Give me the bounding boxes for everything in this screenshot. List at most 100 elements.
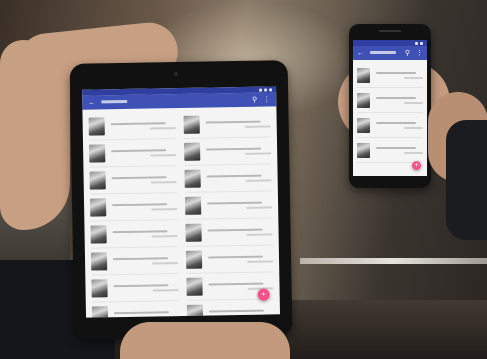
tablet-camera <box>173 72 178 77</box>
person-name <box>112 256 169 260</box>
portrait-thumbnail <box>185 250 203 269</box>
list-item[interactable] <box>184 191 273 220</box>
person-name <box>207 201 263 205</box>
person-meta <box>404 101 423 104</box>
tablet-device: ← ⚲ ⋮ + <box>69 60 293 340</box>
background-rail <box>300 258 487 264</box>
person-list <box>353 60 427 166</box>
person-meta <box>245 178 272 182</box>
bottom-hand <box>120 322 290 359</box>
portrait-thumbnail <box>186 277 203 296</box>
person-meta <box>151 207 178 211</box>
portrait-thumbnail <box>184 142 201 161</box>
more-icon[interactable]: ⋮ <box>416 50 423 57</box>
list-item[interactable] <box>91 274 179 303</box>
person-meta <box>247 259 274 263</box>
list-item[interactable] <box>91 301 180 318</box>
list-item[interactable] <box>357 113 423 138</box>
portrait-thumbnail <box>357 67 370 83</box>
photo-scene: ← ⚲ ⋮ + ← ⚲ ⋮ + <box>0 0 487 359</box>
list-item[interactable] <box>185 245 274 274</box>
person-name <box>207 228 263 232</box>
tablet-screen: ← ⚲ ⋮ + <box>82 86 281 318</box>
person-meta <box>149 126 176 130</box>
portrait-thumbnail <box>184 196 202 215</box>
person-name <box>113 310 170 314</box>
portrait-thumbnail <box>185 223 202 242</box>
app-title <box>370 50 399 56</box>
portrait-thumbnail <box>91 279 108 298</box>
list-item[interactable] <box>184 164 272 193</box>
person-name <box>207 255 264 259</box>
portrait-thumbnail <box>90 252 108 271</box>
person-name <box>110 121 166 125</box>
person-name <box>206 174 262 178</box>
person-name <box>112 202 168 206</box>
list-item[interactable] <box>357 63 423 88</box>
menu-icon[interactable]: ← <box>88 99 95 106</box>
person-meta <box>246 232 273 236</box>
portrait-thumbnail <box>88 117 105 136</box>
app-title <box>101 97 246 106</box>
list-item[interactable] <box>185 218 273 247</box>
list-item[interactable] <box>88 112 176 141</box>
portrait-thumbnail <box>89 198 107 217</box>
phone-device: ← ⚲ ⋮ + <box>349 24 431 188</box>
person-name <box>208 309 265 313</box>
list-item[interactable] <box>90 247 179 276</box>
person-meta <box>404 151 423 154</box>
list-item[interactable] <box>183 110 271 139</box>
list-item[interactable] <box>357 138 423 163</box>
list-item[interactable] <box>357 88 423 113</box>
person-meta <box>404 76 423 79</box>
person-meta <box>245 151 272 155</box>
person-name <box>376 96 416 99</box>
phone-screen: ← ⚲ ⋮ + <box>353 40 427 176</box>
list-item[interactable] <box>186 299 275 318</box>
person-meta <box>150 153 177 157</box>
person-meta <box>152 288 179 292</box>
person-name <box>205 120 261 124</box>
person-name <box>111 148 167 152</box>
person-name <box>111 175 167 179</box>
person-list <box>82 106 280 318</box>
right-sleeve <box>446 120 487 240</box>
list-item[interactable] <box>90 220 178 249</box>
person-meta <box>244 124 271 128</box>
list-item[interactable] <box>88 139 177 168</box>
person-name <box>376 71 416 74</box>
person-name <box>206 147 262 151</box>
person-meta <box>153 315 180 318</box>
portrait-thumbnail <box>89 171 106 190</box>
portrait-thumbnail <box>183 115 200 134</box>
portrait-thumbnail <box>89 144 106 163</box>
add-icon[interactable]: + <box>412 161 421 170</box>
app-bar: ← ⚲ ⋮ <box>353 46 427 60</box>
person-meta <box>150 180 177 184</box>
person-meta <box>151 234 178 238</box>
person-meta <box>248 313 275 317</box>
list-item[interactable] <box>183 137 272 166</box>
portrait-thumbnail <box>186 304 204 318</box>
portrait-thumbnail <box>357 92 370 108</box>
more-icon[interactable]: ⋮ <box>263 96 270 103</box>
phone-speaker <box>379 30 401 32</box>
search-icon[interactable]: ⚲ <box>252 96 257 103</box>
portrait-thumbnail <box>90 225 107 244</box>
portrait-thumbnail <box>357 117 370 133</box>
portrait-thumbnail <box>357 142 370 158</box>
list-item[interactable] <box>89 166 177 195</box>
person-meta <box>246 205 273 209</box>
list-item[interactable] <box>89 193 178 222</box>
person-meta <box>152 261 179 265</box>
menu-icon[interactable]: ← <box>357 50 364 57</box>
portrait-thumbnail <box>91 306 109 318</box>
person-name <box>112 229 168 233</box>
person-name <box>376 146 416 149</box>
search-icon[interactable]: ⚲ <box>405 50 410 57</box>
person-name <box>376 121 416 124</box>
person-meta <box>404 126 423 129</box>
person-name <box>208 282 264 286</box>
portrait-thumbnail <box>184 169 201 188</box>
person-name <box>113 283 169 287</box>
